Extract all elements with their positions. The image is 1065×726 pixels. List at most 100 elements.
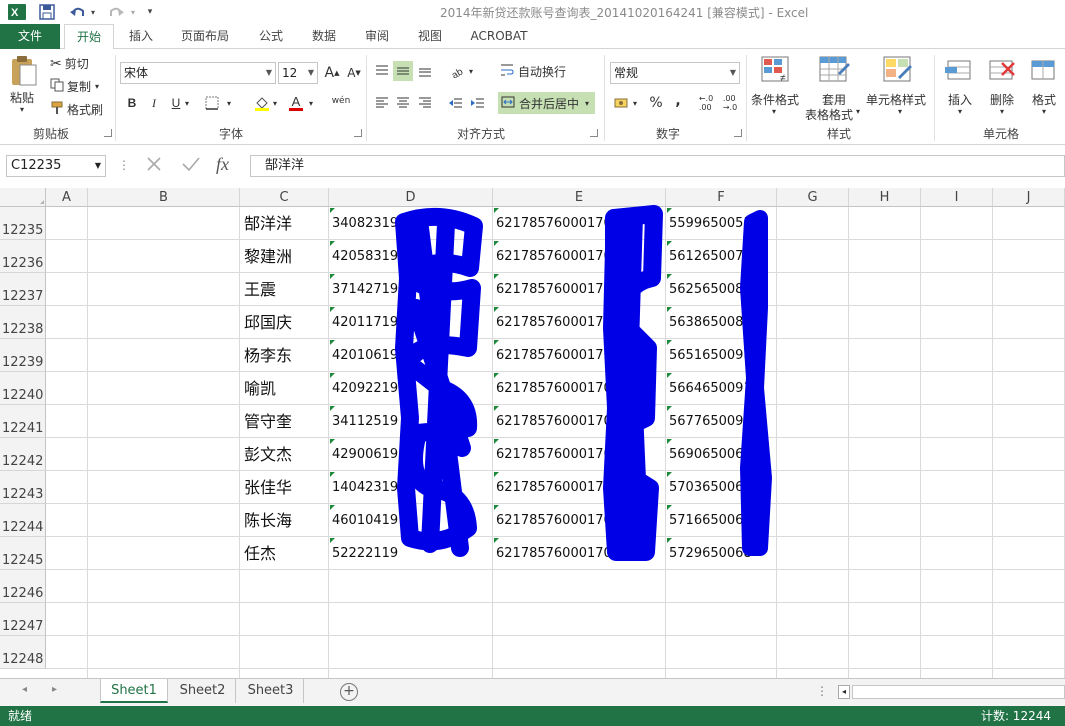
- format-as-table-icon[interactable]: [818, 55, 850, 85]
- hscroll-left-icon[interactable]: ◂: [838, 685, 850, 699]
- insert-cells-dropdown-icon[interactable]: ▾: [958, 107, 962, 116]
- cell-loan-number[interactable]: 5729650068: [667, 537, 776, 570]
- formula-input[interactable]: 郜洋洋: [250, 155, 1065, 177]
- accounting-dropdown-icon[interactable]: ▾: [630, 93, 640, 113]
- cell-loan-number[interactable]: 5677650095: [667, 405, 776, 438]
- cell-account-number[interactable]: 621785760001706: [494, 273, 665, 306]
- scroll-sheets-right-icon[interactable]: ▸: [52, 684, 57, 695]
- row-header[interactable]: 12236: [0, 240, 46, 273]
- delete-cells-dropdown-icon[interactable]: ▾: [1000, 107, 1004, 116]
- cell-name[interactable]: 陈长海: [241, 504, 328, 537]
- increase-indent-icon[interactable]: [468, 93, 488, 113]
- row-header[interactable]: 12246: [0, 570, 46, 603]
- format-as-table-label-2[interactable]: 表格格式: [805, 106, 853, 123]
- cut-button[interactable]: ✂ 剪切: [50, 55, 89, 72]
- cell-loan-number[interactable]: 5599650055: [667, 207, 776, 240]
- paste-dropdown-icon[interactable]: ▾: [20, 105, 24, 114]
- cell-account-number[interactable]: 621785760001705: [494, 504, 665, 537]
- row-header[interactable]: 12241: [0, 405, 46, 438]
- cell-account-number[interactable]: 621785760001706: [494, 537, 665, 570]
- column-header-i[interactable]: I: [921, 188, 993, 207]
- decrease-decimal-icon[interactable]: .00 →.0: [720, 93, 740, 113]
- cell-name[interactable]: 喻凯: [241, 372, 328, 405]
- copy-button[interactable]: 复制 ▾: [50, 78, 99, 95]
- cell-name[interactable]: 彭文杰: [241, 438, 328, 471]
- tab-data[interactable]: 数据: [303, 24, 345, 49]
- accounting-format-icon[interactable]: [612, 93, 632, 113]
- cell-styles-icon[interactable]: [882, 55, 914, 85]
- scroll-sheets-left-icon[interactable]: ◂: [22, 684, 27, 695]
- increase-decimal-icon[interactable]: ←.0.00: [696, 93, 716, 113]
- conditional-format-label[interactable]: 条件格式: [751, 91, 799, 108]
- font-size-combo[interactable]: 12 ▼: [278, 62, 318, 84]
- cell-name[interactable]: 杨李东: [241, 339, 328, 372]
- tab-review[interactable]: 审阅: [356, 24, 398, 49]
- cell-account-number[interactable]: 621785760001706: [494, 471, 665, 504]
- insert-cells-label[interactable]: 插入: [948, 91, 972, 108]
- customize-icon[interactable]: ▾: [144, 2, 156, 22]
- column-header-f[interactable]: F: [666, 188, 777, 207]
- tab-page-layout[interactable]: 页面布局: [172, 24, 238, 49]
- italic-button[interactable]: I: [144, 93, 164, 113]
- underline-dropdown-icon[interactable]: ▾: [182, 93, 192, 113]
- align-center-icon[interactable]: [393, 93, 413, 113]
- cell-id-number[interactable]: 42900619: [330, 438, 492, 471]
- row-header[interactable]: 12243: [0, 471, 46, 504]
- tab-acrobat[interactable]: ACROBAT: [464, 24, 534, 49]
- row-header[interactable]: 12248: [0, 636, 46, 669]
- cell-account-number[interactable]: 621785760001705: [494, 339, 665, 372]
- fill-color-dropdown-icon[interactable]: ▾: [270, 93, 280, 113]
- cell-id-number[interactable]: 46010419: [330, 504, 492, 537]
- cell-account-number[interactable]: 621785760001706: [494, 438, 665, 471]
- cell-id-number[interactable]: 42010619: [330, 339, 492, 372]
- function-icon[interactable]: fx: [216, 154, 229, 175]
- undo-icon[interactable]: [66, 2, 88, 22]
- column-header-c[interactable]: C: [240, 188, 329, 207]
- select-all-corner[interactable]: [0, 188, 46, 207]
- format-painter-button[interactable]: 格式刷: [50, 101, 103, 118]
- cell-loan-number[interactable]: 5612650070: [667, 240, 776, 273]
- cell-account-number[interactable]: 621785760001705: [494, 372, 665, 405]
- cell-id-number[interactable]: 34112519: [330, 405, 492, 438]
- tab-view[interactable]: 视图: [409, 24, 451, 49]
- paste-icon[interactable]: [8, 55, 40, 86]
- cell-styles-label[interactable]: 单元格样式: [866, 91, 926, 108]
- tab-insert[interactable]: 插入: [120, 24, 162, 49]
- worksheet-grid[interactable]: ABCDEFGHIJ 12235 12236 12237 12238 12239 1224…: [0, 188, 1065, 678]
- wrap-text-button[interactable]: 自动换行: [500, 63, 566, 80]
- increase-font-icon[interactable]: A ▲: [322, 63, 342, 83]
- cell-id-number[interactable]: 34082319: [330, 207, 492, 240]
- number-format-combo[interactable]: 常规 ▼: [610, 62, 740, 84]
- sheet-tab-3[interactable]: Sheet3: [238, 679, 304, 703]
- decrease-indent-icon[interactable]: [446, 93, 466, 113]
- align-top-icon[interactable]: [372, 61, 392, 81]
- cell-loan-number[interactable]: 5638650089: [667, 306, 776, 339]
- formula-bar-grip-icon[interactable]: ⋮: [118, 158, 130, 172]
- cell-account-number[interactable]: 621785760001706: [494, 405, 665, 438]
- cell-name[interactable]: 郜洋洋: [241, 207, 328, 240]
- orientation-icon[interactable]: ab: [448, 61, 468, 81]
- column-header-e[interactable]: E: [493, 188, 666, 207]
- column-header-h[interactable]: H: [849, 188, 921, 207]
- tab-formulas[interactable]: 公式: [250, 24, 292, 49]
- alignment-launcher-icon[interactable]: [590, 129, 598, 137]
- column-header-g[interactable]: G: [777, 188, 849, 207]
- horizontal-scrollbar[interactable]: [852, 685, 1065, 699]
- cell-id-number[interactable]: 42092219: [330, 372, 492, 405]
- cell-id-number[interactable]: 42058319: [330, 240, 492, 273]
- add-sheet-icon[interactable]: +: [340, 683, 358, 701]
- cell-loan-number[interactable]: 5664650091: [667, 372, 776, 405]
- cell-name[interactable]: 管守奎: [241, 405, 328, 438]
- row-header[interactable]: 12240: [0, 372, 46, 405]
- paste-label[interactable]: 粘贴: [10, 89, 34, 106]
- name-box[interactable]: C12235 ▼: [6, 155, 106, 177]
- merge-center-button[interactable]: 合并后居中 ▾: [498, 92, 596, 114]
- font-name-combo[interactable]: 宋体 ▼: [120, 62, 276, 84]
- row-header[interactable]: 12242: [0, 438, 46, 471]
- row-header[interactable]: 12237: [0, 273, 46, 306]
- cancel-icon[interactable]: [144, 154, 168, 178]
- cell-loan-number[interactable]: 5703650061: [667, 471, 776, 504]
- column-header-j[interactable]: J: [993, 188, 1065, 207]
- cell-name[interactable]: 黎建洲: [241, 240, 328, 273]
- comma-button[interactable]: ,: [668, 91, 688, 111]
